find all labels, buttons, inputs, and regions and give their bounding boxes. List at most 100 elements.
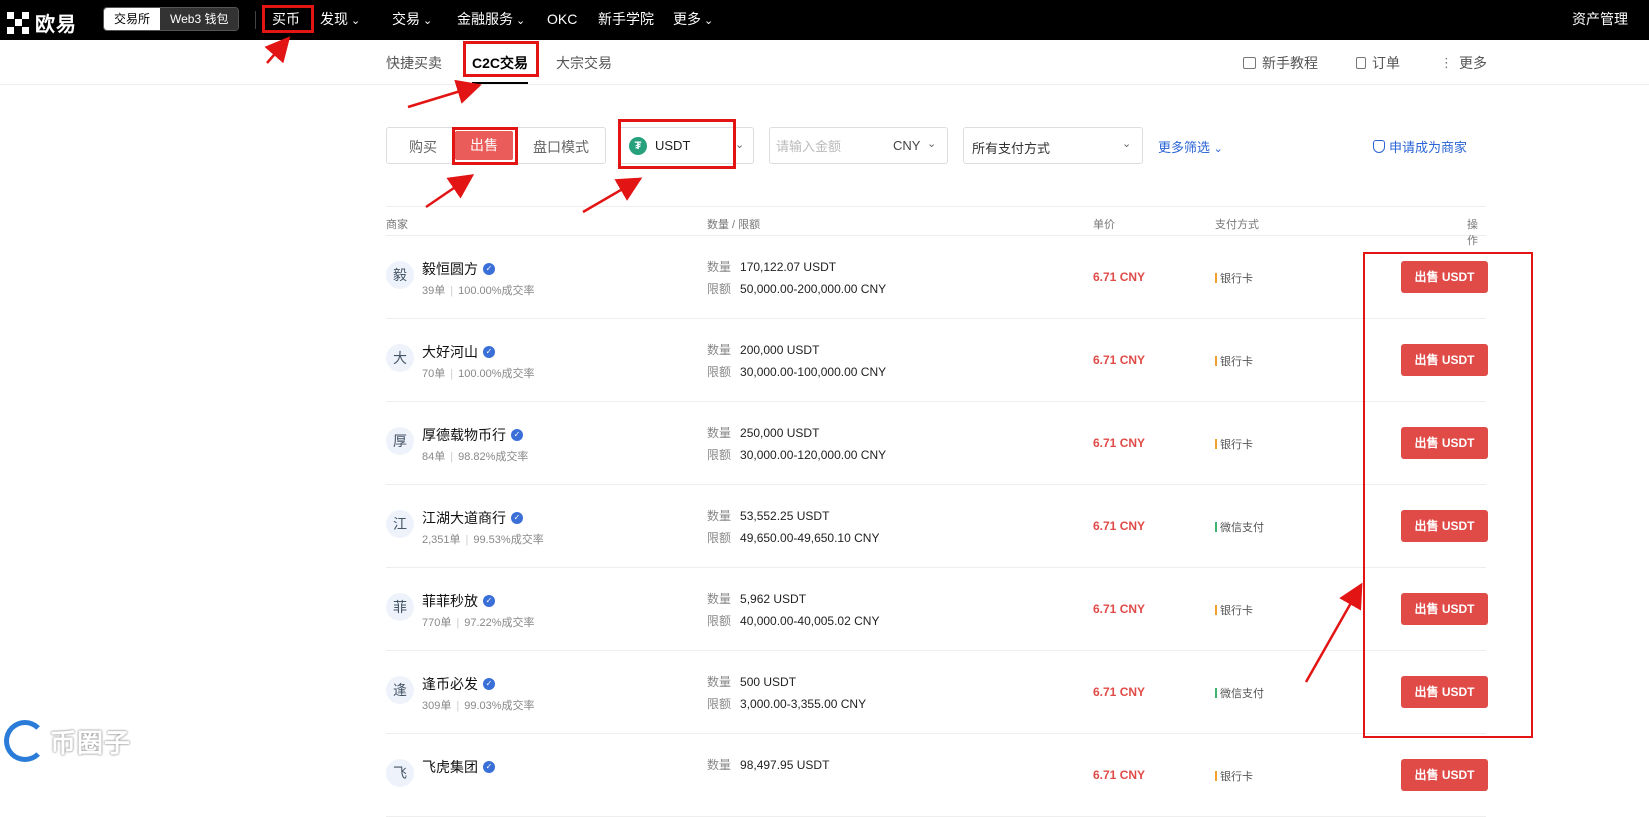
merchant-avatar: 飞 [386, 759, 414, 787]
merchant-avatar: 江 [386, 510, 414, 538]
chevron-down-icon: ⌄ [423, 15, 433, 27]
merchant-avatar: 毅 [386, 261, 414, 289]
limit: 限额 30,000.00-120,000.00 CNY [707, 448, 887, 462]
payment-color-bar-icon [1215, 771, 1217, 781]
payment-method: 银行卡 [1215, 353, 1253, 369]
nav-finance[interactable]: 金融服务 ⌄ [457, 0, 525, 40]
merchant-stats: 70单 | 100.00%成交率 [422, 368, 535, 380]
unit-price: 6.71 CNY [1093, 519, 1146, 533]
sell-usdt-button[interactable]: 出售 USDT [1401, 510, 1488, 542]
chevron-down-icon: ⌄ [351, 15, 361, 27]
web3-wallet-tab[interactable]: Web3 钱包 [160, 8, 239, 30]
payment-method: 银行卡 [1215, 270, 1253, 286]
verified-icon: ✓ [483, 595, 495, 607]
tab-block-trade[interactable]: 大宗交易 [556, 53, 612, 73]
limit: 限额 49,650.00-49,650.10 CNY [707, 531, 880, 545]
merchant-name[interactable]: 毅恒圆方 ✓ [422, 259, 495, 279]
payment-method: 银行卡 [1215, 602, 1253, 618]
coin-select[interactable]: ₮ USDT ⌄ [618, 127, 754, 164]
payment-method: 微信支付 [1215, 519, 1264, 535]
orderbook-mode-tab[interactable]: 盘口模式 [533, 137, 589, 157]
payment-color-bar-icon [1215, 356, 1217, 366]
sell-usdt-button[interactable]: 出售 USDT [1401, 676, 1488, 708]
sell-tab[interactable]: 出售 [455, 131, 513, 160]
chevron-down-icon: ⌄ [735, 139, 745, 151]
merchant-name[interactable]: 菲菲秒放 ✓ [422, 591, 495, 611]
sell-usdt-button[interactable]: 出售 USDT [1401, 593, 1488, 625]
merchant-stats: 84单 | 98.82%成交率 [422, 451, 529, 463]
nav-discover[interactable]: 发现 ⌄ [320, 0, 360, 40]
payment-method-select[interactable]: 所有支付方式 ⌄ [963, 127, 1143, 164]
merchant-avatar: 菲 [386, 593, 414, 621]
nav-more[interactable]: 更多 ⌄ [673, 0, 713, 40]
quantity: 数量 250,000 USDT [707, 426, 820, 440]
sell-usdt-button[interactable]: 出售 USDT [1401, 759, 1488, 791]
payment-color-bar-icon [1215, 273, 1217, 283]
trade-side-switch: 购买 出售 盘口模式 [386, 127, 606, 164]
top-navbar: 欧易 交易所 Web3 钱包 买币 发现 ⌄ 交易 ⌄ 金融服务 ⌄ OKC 新手学院… [0, 0, 1649, 40]
coin-select-value: USDT [655, 138, 691, 153]
chevron-down-icon: ⌄ [704, 15, 714, 27]
payment-method: 银行卡 [1215, 436, 1253, 452]
merchant-name[interactable]: 厚德载物币行 ✓ [422, 425, 523, 445]
verified-icon: ✓ [511, 512, 523, 524]
brand-name: 欧易 [35, 14, 77, 36]
payment-color-bar-icon [1215, 688, 1217, 698]
tutorial-link[interactable]: 新手教程 [1243, 53, 1318, 73]
verified-icon: ✓ [483, 263, 495, 275]
sell-usdt-button[interactable]: 出售 USDT [1401, 427, 1488, 459]
amount-input[interactable] [776, 136, 876, 156]
unit-price: 6.71 CNY [1093, 768, 1146, 782]
payment-method: 银行卡 [1215, 768, 1253, 784]
more-filters-link[interactable]: 更多筛选 ⌄ [1158, 137, 1223, 156]
payment-color-bar-icon [1215, 439, 1217, 449]
watermark-ring-icon [4, 720, 46, 762]
quantity: 数量 53,552.25 USDT [707, 509, 830, 523]
limit: 限额 30,000.00-100,000.00 CNY [707, 365, 887, 379]
table-row: 逢逢币必发 ✓ 309单 | 99.03%成交率 数量 500 USDT 限额 3,000.00… [386, 651, 1488, 734]
currency-select[interactable]: CNY [893, 138, 920, 153]
table-row: 菲菲菲秒放 ✓ 770单 | 97.22%成交率 数量 5,962 USDT 限额 40,000… [386, 568, 1488, 651]
unit-price: 6.71 CNY [1093, 270, 1146, 284]
nav-divider [255, 11, 256, 29]
sell-usdt-button[interactable]: 出售 USDT [1401, 344, 1488, 376]
merchant-avatar: 厚 [386, 427, 414, 455]
table-row: 毅毅恒圆方 ✓ 39单 | 100.00%成交率 数量 170,122.07 USDT 限额 5… [386, 236, 1488, 319]
watermark: 币圈子 [4, 720, 131, 762]
exchange-tab[interactable]: 交易所 [104, 8, 161, 30]
sell-usdt-button[interactable]: 出售 USDT [1401, 261, 1488, 293]
merchant-name[interactable]: 飞虎集团 ✓ [422, 757, 495, 777]
table-row: 江江湖大道商行 ✓ 2,351单 | 99.53%成交率 数量 53,552.25 USDT… [386, 485, 1488, 568]
shield-icon [1373, 140, 1385, 153]
arrow-sell [425, 174, 475, 209]
table-header: 商家 数量 / 限额 单价 支付方式 操作 [386, 206, 1486, 247]
nav-buy-crypto[interactable]: 买币 [272, 0, 300, 40]
arrow-c2c [407, 79, 482, 109]
brand-logo[interactable]: 欧易 [7, 8, 77, 37]
video-icon [1243, 57, 1256, 69]
nav-okc[interactable]: OKC [547, 0, 577, 40]
merchant-name[interactable]: 江湖大道商行 ✓ [422, 508, 523, 528]
limit: 限额 40,000.00-40,005.02 CNY [707, 614, 880, 628]
quantity: 数量 5,962 USDT [707, 592, 807, 606]
tab-quick-trade[interactable]: 快捷买卖 [386, 53, 442, 73]
merchant-name[interactable]: 逢币必发 ✓ [422, 674, 495, 694]
col-merchant: 商家 [386, 219, 408, 231]
table-row: 厚厚德载物币行 ✓ 84单 | 98.82%成交率 数量 250,000 USDT 限额 30,… [386, 402, 1488, 485]
payment-color-bar-icon [1215, 522, 1217, 532]
apply-merchant-link[interactable]: 申请成为商家 [1373, 137, 1467, 156]
asset-management-link[interactable]: 资产管理 [1572, 0, 1628, 38]
more-link[interactable]: ⋮ 更多 [1440, 53, 1487, 73]
limit: 限额 50,000.00-200,000.00 CNY [707, 282, 887, 296]
payment-method: 微信支付 [1215, 685, 1264, 701]
orders-link[interactable]: 订单 [1356, 53, 1400, 73]
merchant-name[interactable]: 大好河山 ✓ [422, 342, 495, 362]
exchange-wallet-switch: 交易所 Web3 钱包 [103, 7, 240, 31]
chevron-down-icon: ⌄ [1122, 138, 1132, 150]
nav-academy[interactable]: 新手学院 [598, 0, 654, 40]
quantity: 数量 500 USDT [707, 675, 797, 689]
nav-trade[interactable]: 交易 ⌄ [392, 0, 432, 40]
tab-c2c[interactable]: C2C交易 [472, 53, 529, 84]
buy-tab[interactable]: 购买 [409, 137, 437, 157]
verified-icon: ✓ [483, 761, 495, 773]
